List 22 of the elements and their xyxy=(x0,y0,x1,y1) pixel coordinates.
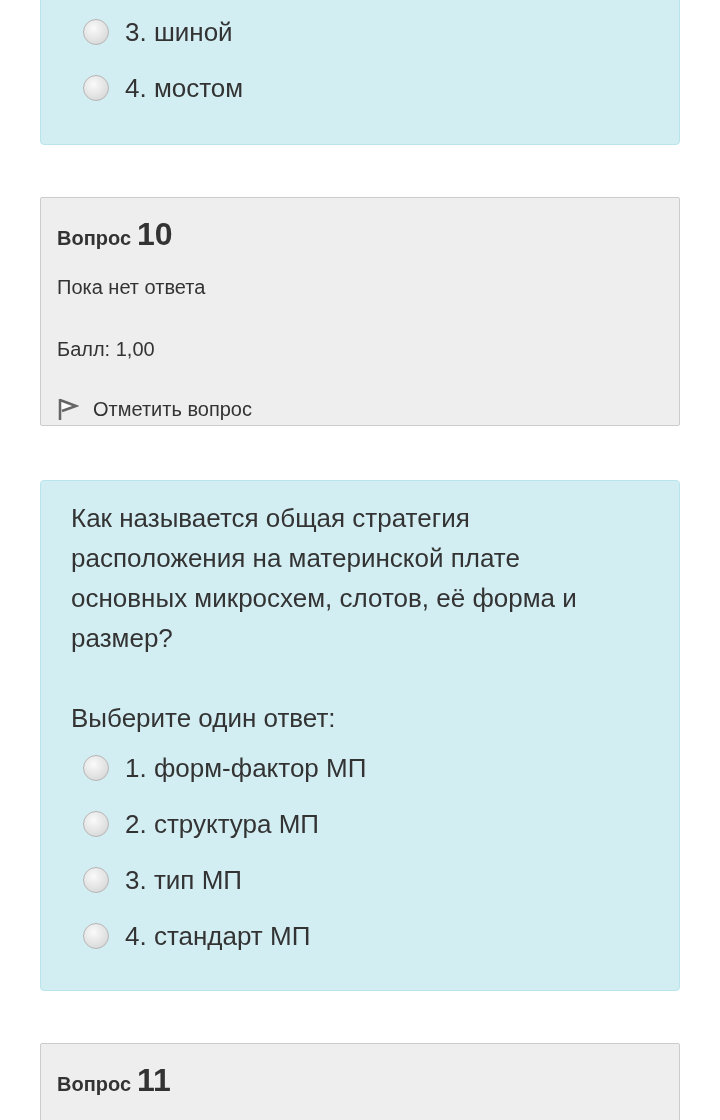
flag-question-link[interactable]: Отметить вопрос xyxy=(93,394,252,424)
radio-button[interactable] xyxy=(83,19,109,45)
option-label: 4. мостом xyxy=(125,71,244,105)
score-text: Балл: 1,00 xyxy=(57,337,156,362)
option-label: 1. форм-фактор МП xyxy=(125,751,367,785)
option-label: 3. тип МП xyxy=(125,863,242,897)
answer-prompt: Выберите один ответ: xyxy=(71,702,337,735)
flag-icon[interactable] xyxy=(57,397,79,421)
option-label: 3. шиной xyxy=(125,15,233,49)
question-number: 10 xyxy=(137,215,173,254)
question-number: 11 xyxy=(137,1061,171,1100)
radio-button[interactable] xyxy=(83,755,109,781)
option-label: 4. стандарт МП xyxy=(125,919,311,953)
radio-button[interactable] xyxy=(83,867,109,893)
answer-status: Пока нет ответа xyxy=(57,275,207,300)
question-label: Вопрос xyxy=(57,226,132,251)
question-label: Вопрос xyxy=(57,1072,132,1097)
option-label: 2. структура МП xyxy=(125,807,320,841)
question-text: Как называется общая стратегия расположения на материнской плате основных микросхем, слотов, её форма и размер? xyxy=(71,502,578,655)
radio-button[interactable] xyxy=(83,811,109,837)
radio-button[interactable] xyxy=(83,923,109,949)
radio-button[interactable] xyxy=(83,75,109,101)
